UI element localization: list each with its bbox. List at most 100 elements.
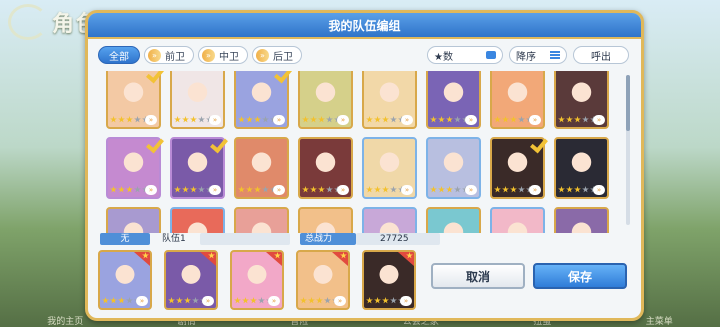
character-roster-grid: » » » » » » » » » » » » » » » » » » » » » » » » xyxy=(106,71,621,233)
position-icon: » xyxy=(529,185,541,195)
character-card[interactable]: » xyxy=(234,207,289,233)
leader-star-icon xyxy=(332,252,348,266)
roster-scrollbar[interactable] xyxy=(626,75,630,225)
team-slot-card[interactable]: » xyxy=(296,250,350,310)
selected-check-icon xyxy=(276,71,294,79)
cancel-button[interactable]: 取消 xyxy=(431,263,525,289)
character-card[interactable]: » xyxy=(234,137,289,199)
save-label: 保存 xyxy=(567,269,592,284)
leader-star-icon xyxy=(398,252,414,266)
bottom-nav-item[interactable]: 我的主页 xyxy=(47,314,83,327)
position-icon: » xyxy=(334,296,346,306)
team-name: 队伍1 xyxy=(162,234,186,244)
rarity-stars xyxy=(174,116,213,125)
position-icon: » xyxy=(593,115,605,125)
sort-controls: ★数 降序 呼出 xyxy=(427,46,629,64)
team-label: 无 xyxy=(100,233,150,245)
selected-check-icon xyxy=(212,135,230,149)
swirl-icon xyxy=(8,4,48,40)
team-slot-card[interactable]: » xyxy=(164,250,218,310)
filter-tab-label: 全部 xyxy=(109,51,129,63)
position-icon: » xyxy=(465,185,477,195)
character-card[interactable]: » xyxy=(554,207,609,233)
rarity-stars xyxy=(302,186,341,195)
cancel-label: 取消 xyxy=(465,269,490,284)
call-button[interactable]: 呼出 xyxy=(573,46,629,64)
position-icon: » xyxy=(593,185,605,195)
character-card[interactable]: » xyxy=(426,207,481,233)
leader-star-icon xyxy=(134,252,150,266)
filter-tab-label: 前卫 xyxy=(165,51,185,63)
position-icon: » xyxy=(529,115,541,125)
bottom-nav-item[interactable]: 主菜单 xyxy=(646,314,673,327)
position-icon: » xyxy=(145,185,157,195)
position-icon: » xyxy=(401,115,413,125)
team-slot-card[interactable]: » xyxy=(230,250,284,310)
total-power-label: 总战力 xyxy=(300,233,356,245)
character-card[interactable]: » xyxy=(490,207,545,233)
filter-tab-midguard[interactable]: » 中卫 xyxy=(198,46,248,64)
position-icon: » xyxy=(145,115,157,125)
position-icon: » xyxy=(273,185,285,195)
character-card[interactable]: » xyxy=(362,207,417,233)
filter-tab-rearguard[interactable]: » 后卫 xyxy=(252,46,302,64)
team-edit-modal: 我的队伍编组 全部 » 前卫 » 中卫 » 后卫 ★数 降序 呼出 » » » »… xyxy=(85,10,644,321)
selected-check-icon xyxy=(148,135,166,149)
character-card[interactable]: » xyxy=(426,137,481,199)
filter-tab-vanguard[interactable]: » 前卫 xyxy=(144,46,194,64)
character-card[interactable]: » xyxy=(490,71,545,129)
character-card[interactable]: » xyxy=(362,137,417,199)
character-card[interactable]: » xyxy=(106,207,161,233)
filter-tab-label: 中卫 xyxy=(219,51,239,63)
rarity-stars xyxy=(558,116,597,125)
team-name-bar xyxy=(200,233,290,245)
position-icon: » xyxy=(136,296,148,306)
position-icon: » xyxy=(465,115,477,125)
chevron-right-icon: » xyxy=(148,48,161,62)
character-card[interactable]: » xyxy=(426,71,481,129)
position-icon: » xyxy=(337,185,349,195)
modal-header: 我的队伍编组 xyxy=(88,13,641,39)
team-slot-card[interactable]: » xyxy=(362,250,416,310)
character-card[interactable]: » xyxy=(298,207,353,233)
sort-key-select[interactable]: ★数 xyxy=(427,46,503,64)
character-card[interactable]: » xyxy=(170,207,225,233)
scrollbar-thumb[interactable] xyxy=(626,75,630,131)
sort-key-label: ★数 xyxy=(434,51,453,63)
filter-tab-all[interactable]: 全部 xyxy=(98,46,140,64)
total-power-value: 27725 xyxy=(380,234,409,244)
sort-order-toggle[interactable]: 降序 xyxy=(509,46,567,64)
modal-title: 我的队伍编组 xyxy=(328,18,401,33)
rarity-stars xyxy=(366,186,405,195)
character-card[interactable]: » xyxy=(170,71,225,129)
rarity-stars xyxy=(494,186,533,195)
team-slot-card[interactable]: » xyxy=(98,250,152,310)
position-icon: » xyxy=(273,115,285,125)
call-label: 呼出 xyxy=(591,51,611,63)
rarity-stars xyxy=(366,116,405,125)
rarity-stars xyxy=(558,186,597,195)
selected-check-icon xyxy=(532,135,550,149)
position-icon: » xyxy=(268,296,280,306)
filter-tab-label: 后卫 xyxy=(273,51,293,63)
character-card[interactable]: » xyxy=(554,137,609,199)
rarity-stars xyxy=(110,186,149,195)
save-button[interactable]: 保存 xyxy=(533,263,627,289)
rarity-stars xyxy=(302,116,341,125)
chevron-right-icon: » xyxy=(202,48,215,62)
character-card[interactable]: » xyxy=(362,71,417,129)
rarity-stars xyxy=(238,116,277,125)
character-card[interactable]: » xyxy=(554,71,609,129)
rarity-stars xyxy=(238,186,277,195)
leader-star-icon xyxy=(200,252,216,266)
character-card[interactable]: » xyxy=(298,137,353,199)
position-icon: » xyxy=(337,115,349,125)
position-icon: » xyxy=(401,185,413,195)
position-icon: » xyxy=(202,296,214,306)
selected-check-icon xyxy=(148,71,166,79)
rarity-stars xyxy=(430,186,469,195)
character-card[interactable]: » xyxy=(298,71,353,129)
leader-star-icon xyxy=(266,252,282,266)
sort-icon xyxy=(550,51,560,59)
rarity-stars xyxy=(174,186,213,195)
